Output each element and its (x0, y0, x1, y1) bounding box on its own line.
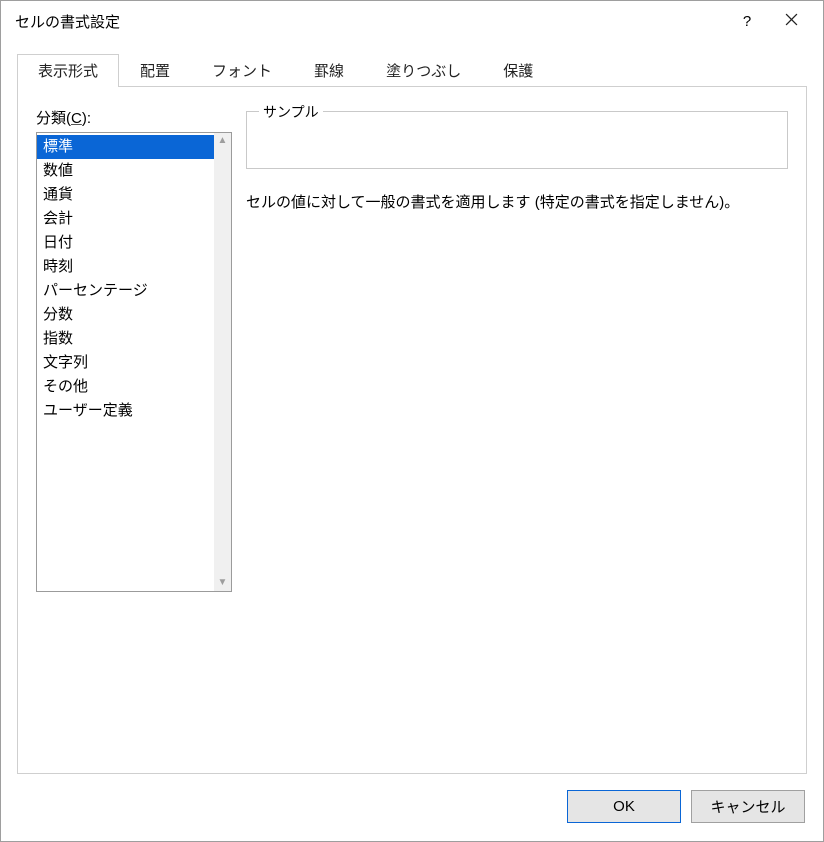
tab-alignment[interactable]: 配置 (119, 54, 191, 87)
category-item-percentage[interactable]: パーセンテージ (37, 279, 214, 303)
category-item-currency[interactable]: 通貨 (37, 183, 214, 207)
listbox-scrollbar[interactable]: ▲ ▼ (214, 133, 231, 591)
category-item-date[interactable]: 日付 (37, 231, 214, 255)
category-item-text[interactable]: 文字列 (37, 351, 214, 375)
dialog-button-row: OK キャンセル (1, 790, 823, 841)
scroll-up-icon[interactable]: ▲ (218, 135, 228, 147)
category-item-time[interactable]: 時刻 (37, 255, 214, 279)
close-icon (785, 13, 798, 30)
category-label: 分類(C): (36, 107, 232, 128)
category-item-scientific[interactable]: 指数 (37, 327, 214, 351)
category-listbox[interactable]: 標準 数値 通貨 会計 日付 時刻 パーセンテージ 分数 指数 文字列 その他 … (36, 132, 232, 592)
dialog-titlebar: セルの書式設定 ? (1, 1, 823, 41)
help-button[interactable]: ? (725, 6, 769, 36)
category-item-general[interactable]: 標準 (37, 135, 214, 159)
category-item-accounting[interactable]: 会計 (37, 207, 214, 231)
dialog-title: セルの書式設定 (15, 11, 725, 32)
tab-bar: 表示形式 配置 フォント 罫線 塗りつぶし 保護 (1, 55, 823, 87)
tab-protection[interactable]: 保護 (482, 54, 554, 87)
category-item-fraction[interactable]: 分数 (37, 303, 214, 327)
tab-fill[interactable]: 塗りつぶし (365, 54, 482, 87)
category-item-custom[interactable]: ユーザー定義 (37, 399, 214, 423)
scroll-down-icon[interactable]: ▼ (218, 577, 228, 589)
ok-button[interactable]: OK (567, 790, 681, 823)
tab-border[interactable]: 罫線 (293, 54, 365, 87)
tab-content: 分類(C): 標準 数値 通貨 会計 日付 時刻 パーセンテージ 分数 指数 文… (17, 87, 807, 774)
tab-font[interactable]: フォント (191, 54, 293, 87)
sample-caption: サンプル (259, 102, 323, 122)
category-item-special[interactable]: その他 (37, 375, 214, 399)
cancel-button[interactable]: キャンセル (691, 790, 805, 823)
format-description: セルの値に対して一般の書式を適用します (特定の書式を指定しません)。 (246, 191, 788, 212)
sample-frame: サンプル (246, 111, 788, 169)
question-icon: ? (743, 13, 751, 30)
close-button[interactable] (769, 6, 813, 36)
tab-number-format[interactable]: 表示形式 (17, 54, 119, 87)
category-item-number[interactable]: 数値 (37, 159, 214, 183)
